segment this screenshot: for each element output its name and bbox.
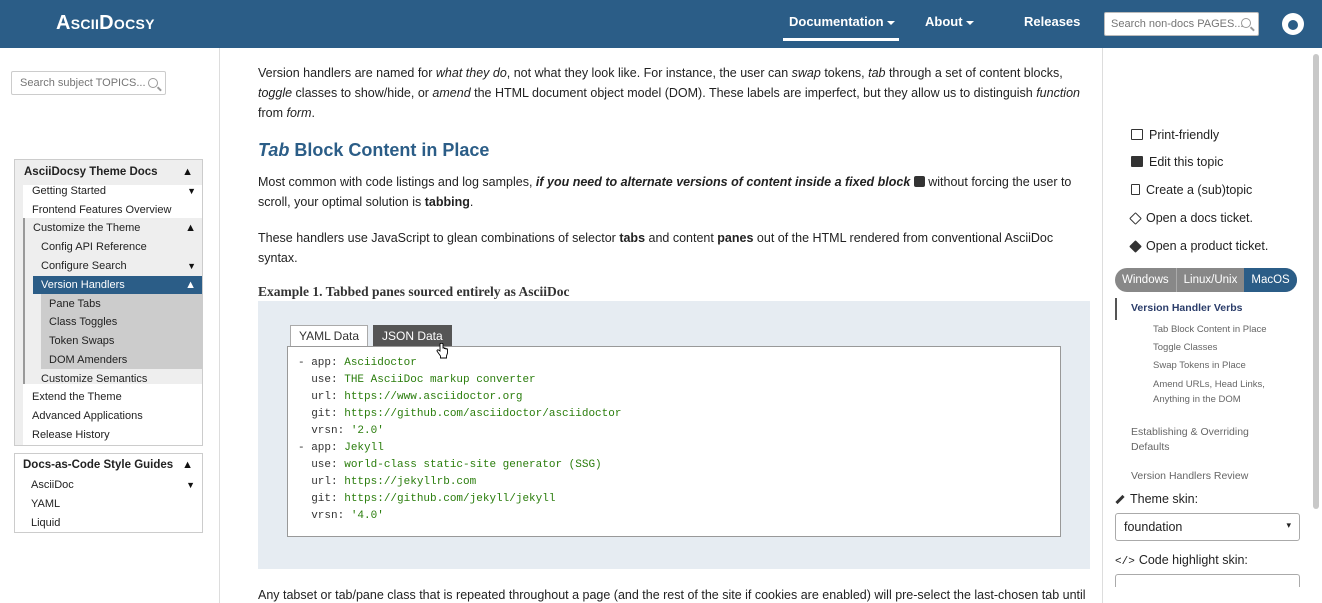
brush-icon [1115,495,1125,505]
file-icon [1131,184,1140,195]
keyboard-icon [913,176,925,187]
brand-logo[interactable]: AsciiDocsy [56,12,155,35]
chevron-up-icon: ▲ [185,279,196,291]
site-search-input[interactable] [1104,12,1259,36]
nav-frontend-features[interactable]: Frontend Features Overview [32,201,202,219]
intro-paragraph: Version handlers are named for what they… [258,66,1080,120]
code-line: vrsn: '4.0' [298,510,384,522]
top-navbar: AsciiDocsy Documentation About Releases [0,0,1322,48]
chevron-down-icon [886,20,895,25]
os-tab-group: Windows Linux/Unix MacOS [1115,268,1297,292]
chevron-down-icon [965,20,974,25]
nav-advanced-applications[interactable]: Advanced Applications [32,407,143,425]
tag-icon [1129,240,1142,253]
topic-search-input[interactable] [11,71,166,95]
nav-getting-started[interactable]: Getting Started ▼ [32,182,202,200]
search-icon[interactable] [148,78,158,88]
code-line: git: https://github.com/jekyll/jekyll [298,493,556,505]
nav-documentation[interactable]: Documentation [789,14,895,29]
toc-swap-tokens[interactable]: Swap Tokens in Place [1153,358,1303,373]
style-guides-heading[interactable]: Docs-as-Code Style Guides ▲ [23,456,199,474]
code-line: use: THE AsciiDoc markup converter [298,374,536,386]
edit-icon [1131,156,1143,167]
nav-about[interactable]: About [925,14,974,29]
docs-ticket-link[interactable]: Open a docs ticket. [1129,211,1253,225]
code-line: vrsn: '2.0' [298,425,384,437]
nav-liquid[interactable]: Liquid [31,514,60,532]
toc-active-indicator [1115,298,1117,320]
code-line: url: https://jekyllrb.com [298,476,477,488]
chevron-up-icon: ▲ [182,459,193,471]
nav-releases[interactable]: Releases [1024,14,1080,29]
os-tab-windows[interactable]: Windows [1115,268,1176,292]
product-ticket-link[interactable]: Open a product ticket. [1129,239,1268,253]
hand-cursor-icon [436,343,448,359]
theme-skin-select[interactable]: foundation ▾ [1115,513,1300,541]
nav-active-indicator [783,38,899,41]
nav-configure-search[interactable]: Configure Search ▼ [41,257,202,275]
toc-version-handler-verbs[interactable]: Version Handler Verbs [1131,301,1242,316]
create-topic-link[interactable]: Create a (sub)topic [1131,183,1252,197]
example-title: Example 1. Tabbed panes sourced entirely… [258,284,570,299]
os-tab-macos[interactable]: MacOS [1244,268,1297,292]
code-icon: </> [1115,556,1135,568]
nav-release-history[interactable]: Release History [32,426,110,444]
nav-customize-semantics[interactable]: Customize Semantics [41,370,147,388]
section-heading: Tab Block Content in Place [258,140,490,160]
nav-asciidoc[interactable]: AsciiDoc ▼ [31,476,201,494]
code-line: use: world-class static-site generator (… [298,459,602,471]
code-line: git: https://github.com/asciidoctor/asci… [298,408,622,420]
github-icon[interactable] [1282,13,1304,35]
right-sidebar: Print-friendly Edit this topic Create a … [1102,48,1322,603]
nav-customize-theme[interactable]: Customize the Theme ▲ [33,219,202,237]
chevron-up-icon: ▲ [182,166,193,178]
chevron-up-icon: ▲ [185,222,196,234]
nav-extend-theme[interactable]: Extend the Theme [32,388,122,406]
chevron-down-icon: ▼ [187,186,196,196]
nav-dom-amenders[interactable]: DOM Amenders [49,351,127,369]
code-skin-label: </> Code highlight skin: [1115,553,1248,568]
page-scrollbar[interactable] [1313,54,1319,509]
code-skin-select[interactable] [1115,574,1300,587]
code-line: url: https://www.asciidoctor.org [298,391,523,403]
edit-topic-link[interactable]: Edit this topic [1131,155,1223,169]
tag-icon [1129,212,1142,225]
footer-paragraph: Any tabset or tab/pane class that is rep… [258,588,1086,602]
style-guides-nav: Docs-as-Code Style Guides ▲ AsciiDoc ▼ YAM… [14,453,203,533]
tab-yaml-data[interactable]: YAML Data [290,325,369,347]
os-tab-linux[interactable]: Linux/Unix [1175,268,1245,292]
main-content: Version handlers are named for what they… [220,48,1102,603]
toc-establishing-defaults[interactable]: Establishing & Overriding Defaults [1131,425,1271,455]
chevron-down-icon: ▼ [187,261,196,271]
nav-class-toggles[interactable]: Class Toggles [49,313,117,331]
theme-docs-nav: AsciiDocsy Theme Docs ▲ Getting Started ▼ … [14,159,203,446]
toc-toggle-classes[interactable]: Toggle Classes [1153,340,1303,355]
toc-amend-urls[interactable]: Amend URLs, Head Links, Anything in the … [1153,377,1293,407]
chevron-down-icon: ▾ [1286,520,1291,530]
nav-yaml[interactable]: YAML [31,495,60,513]
tabbing-paragraph: Most common with code listings and log s… [258,175,1072,209]
code-line: - app: Asciidoctor [298,357,417,369]
handlers-paragraph: These handlers use JavaScript to glean c… [258,231,1054,265]
print-friendly-link[interactable]: Print-friendly [1131,128,1219,142]
theme-skin-label: Theme skin: [1115,492,1198,506]
nav-config-api[interactable]: Config API Reference [41,238,202,256]
left-sidebar: AsciiDocsy Theme Docs▲ Getting Started▼ … [0,48,220,603]
chevron-down-icon: ▼ [186,480,195,490]
toc-handlers-review[interactable]: Version Handlers Review [1131,469,1248,484]
theme-docs-heading[interactable]: AsciiDocsy Theme Docs ▲ [24,163,199,181]
code-line: - app: Jekyll [298,442,384,454]
nav-token-swaps[interactable]: Token Swaps [49,332,114,350]
print-icon [1131,129,1143,140]
code-pane: - app: Asciidoctor use: THE AsciiDoc mar… [287,346,1061,537]
nav-version-handlers[interactable]: Version Handlers ▲ [33,276,202,294]
search-icon[interactable] [1241,18,1251,28]
toc-tab-block[interactable]: Tab Block Content in Place [1153,322,1303,337]
nav-pane-tabs[interactable]: Pane Tabs [49,295,101,313]
